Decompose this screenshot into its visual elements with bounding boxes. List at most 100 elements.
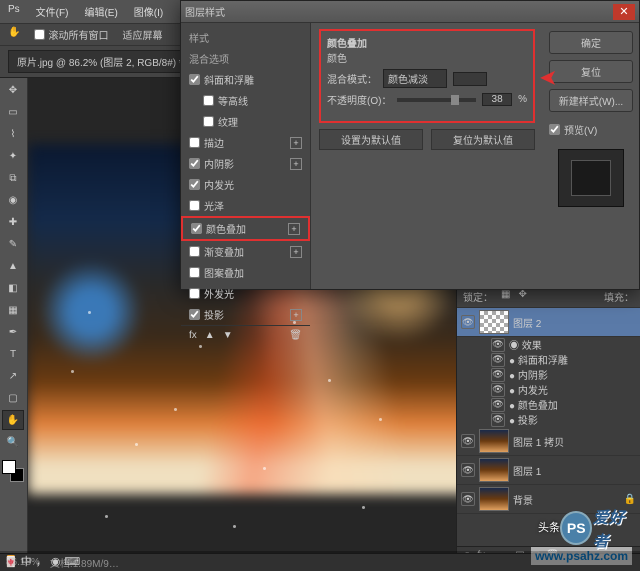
eye-icon[interactable]: 👁 (491, 383, 505, 397)
style-checkbox[interactable] (189, 179, 200, 190)
dialog-titlebar[interactable]: 图层样式 ✕ (181, 1, 639, 23)
fx-sub-item[interactable]: 👁● 内发光 (457, 382, 640, 397)
style-checkbox[interactable] (189, 246, 200, 257)
style-checkbox[interactable] (189, 309, 200, 320)
eyedrop-tool[interactable]: ◉ (2, 190, 24, 210)
style-row[interactable]: 等高线 (181, 90, 310, 111)
style-row[interactable]: 颜色叠加+ (181, 216, 310, 241)
plus-icon[interactable]: + (290, 158, 302, 170)
ps-badge-text: 爱好者 (592, 504, 638, 552)
fx-trash-icon[interactable]: 🗑 (289, 330, 302, 341)
hand-tool[interactable]: ✋ (2, 410, 24, 430)
gradient-tool[interactable]: ▦ (2, 300, 24, 320)
fx-up-icon[interactable]: ▲ (205, 330, 215, 341)
style-checkbox[interactable] (189, 137, 200, 148)
fx-sub-item[interactable]: 👁● 颜色叠加 (457, 397, 640, 412)
opacity-value[interactable]: 38 (482, 93, 512, 106)
cancel-button[interactable]: 复位 (549, 60, 633, 83)
style-row[interactable]: 光泽 (181, 195, 310, 216)
ok-button[interactable]: 确定 (549, 31, 633, 54)
layer-row[interactable]: 👁 图层 1 拷贝 (457, 427, 640, 456)
style-row[interactable]: 纹理 (181, 111, 310, 132)
layer-name: 图层 1 拷贝 (513, 434, 564, 449)
eraser-tool[interactable]: ◧ (2, 278, 24, 298)
style-checkbox[interactable] (189, 158, 200, 169)
style-checkbox[interactable] (189, 200, 200, 211)
eye-icon[interactable]: 👁 (491, 413, 505, 427)
style-row[interactable]: 内阴影+ (181, 153, 310, 174)
blend-header[interactable]: 混合选项 (181, 48, 310, 69)
layer-row[interactable]: 👁图层 1 (457, 456, 640, 485)
ime-punct-icon[interactable]: ， (36, 553, 47, 569)
color-swatch-picker[interactable] (453, 72, 487, 86)
lasso-tool[interactable]: ⌇ (2, 124, 24, 144)
plus-icon[interactable]: + (290, 246, 302, 258)
brush-tool[interactable]: ✎ (2, 234, 24, 254)
shape-tool[interactable]: ▢ (2, 388, 24, 408)
set-default-button[interactable]: 设置为默认值 (319, 129, 423, 150)
reset-default-button[interactable]: 复位为默认值 (431, 129, 535, 150)
wand-tool[interactable]: ✦ (2, 146, 24, 166)
style-row[interactable]: 渐变叠加+ (181, 241, 310, 262)
lock-pos-icon[interactable]: ✥ (518, 289, 526, 304)
color-swatch[interactable] (2, 460, 22, 480)
section-title: 颜色叠加 (327, 35, 527, 50)
lock-pixels-icon[interactable]: ▦ (501, 289, 510, 304)
plus-icon[interactable]: + (290, 137, 302, 149)
style-row[interactable]: 外发光 (181, 283, 310, 304)
preview-toggle[interactable]: 预览(V) (549, 122, 633, 137)
style-checkbox[interactable] (189, 288, 200, 299)
blendmode-select[interactable]: 颜色减淡 (383, 69, 447, 88)
style-row[interactable]: 投影+ (181, 304, 310, 325)
pen-tool[interactable]: ✒ (2, 322, 24, 342)
group-label: 颜色 (327, 50, 527, 65)
close-icon[interactable]: ✕ (613, 4, 635, 20)
menu-image[interactable]: 图像(I) (134, 4, 163, 19)
zoom-tool[interactable]: 🔍 (2, 432, 24, 452)
style-row[interactable]: 内发光 (181, 174, 310, 195)
marquee-tool[interactable]: ▭ (2, 102, 24, 122)
heal-tool[interactable]: ✚ (2, 212, 24, 232)
style-checkbox[interactable] (189, 74, 200, 85)
eye-icon[interactable]: 👁 (491, 353, 505, 367)
fx-header[interactable]: 👁◉ 效果 (457, 337, 640, 352)
eye-icon[interactable]: 👁 (491, 338, 505, 352)
path-tool[interactable]: ↗ (2, 366, 24, 386)
menu-edit[interactable]: 编辑(E) (84, 4, 117, 19)
style-row[interactable]: 斜面和浮雕 (181, 69, 310, 90)
style-checkbox[interactable] (203, 116, 214, 127)
ime-full-icon[interactable]: ◉ (51, 555, 61, 568)
plus-icon[interactable]: + (288, 223, 300, 235)
document-tab[interactable]: 原片.jpg @ 86.2% (图层 2, RGB/8#) * (8, 50, 192, 73)
style-checkbox[interactable] (203, 95, 214, 106)
fx-down-icon[interactable]: ▼ (223, 330, 233, 341)
styles-header[interactable]: 样式 (181, 27, 310, 48)
style-checkbox[interactable] (189, 267, 200, 278)
stamp-tool[interactable]: ▲ (2, 256, 24, 276)
fx-sub-item[interactable]: 👁● 斜面和浮雕 (457, 352, 640, 367)
menu-file[interactable]: 文件(F) (36, 4, 69, 19)
eye-icon[interactable]: 👁 (461, 434, 475, 448)
ime-keyboard-icon[interactable]: ⌨ (64, 555, 80, 568)
style-row[interactable]: 图案叠加 (181, 262, 310, 283)
move-tool[interactable]: ✥ (2, 80, 24, 100)
watermark-psahz: PS 爱好者 (560, 509, 638, 547)
eye-icon[interactable]: 👁 (461, 492, 475, 506)
style-checkbox[interactable] (191, 223, 202, 234)
fx-sub-item[interactable]: 👁● 内阴影 (457, 367, 640, 382)
fx-sub-item[interactable]: 👁● 投影 (457, 412, 640, 427)
new-style-button[interactable]: 新建样式(W)... (549, 89, 633, 112)
style-row[interactable]: 描边+ (181, 132, 310, 153)
eye-icon[interactable]: 👁 (491, 398, 505, 412)
eye-icon[interactable]: 👁 (461, 315, 475, 329)
ime-icon[interactable]: 🀄 中 (4, 553, 32, 569)
type-tool[interactable]: T (2, 344, 24, 364)
plus-icon[interactable]: + (290, 309, 302, 321)
opt-scroll[interactable]: 滚动所有窗口 (34, 27, 108, 42)
crop-tool[interactable]: ⧉ (2, 168, 24, 188)
eye-icon[interactable]: 👁 (491, 368, 505, 382)
layer-row[interactable]: 👁图层 2 (457, 308, 640, 337)
eye-icon[interactable]: 👁 (461, 463, 475, 477)
opt-fit[interactable]: 适应屏幕 (122, 27, 162, 42)
opacity-slider[interactable] (397, 98, 476, 102)
